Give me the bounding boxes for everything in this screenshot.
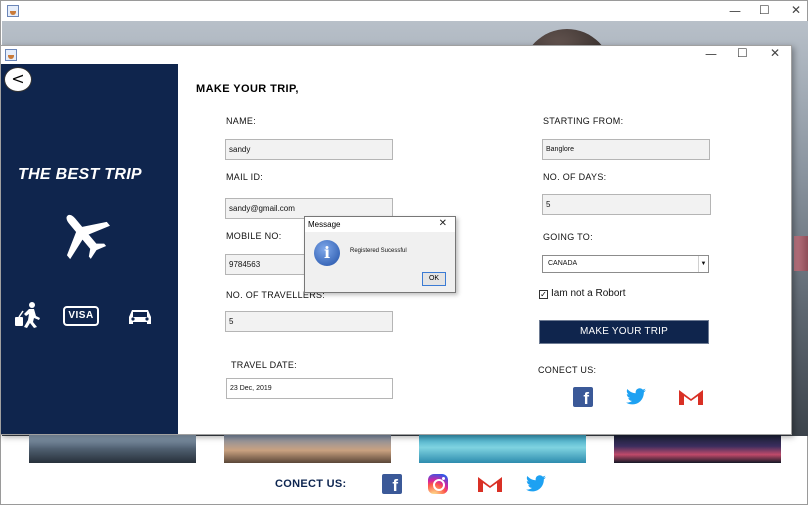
back-connect-label: CONECT US: [275,478,347,490]
destination-thumbnail[interactable] [29,435,196,463]
name-input[interactable]: sandy [225,139,393,160]
days-input[interactable]: 5 [542,194,711,215]
car-icon [129,310,151,324]
dialog-close-button[interactable]: ✕ [439,218,447,229]
banner-edge-image [794,236,808,271]
info-icon: i [314,240,340,266]
gmail-icon[interactable] [477,475,503,493]
java-app-icon [7,5,19,17]
back-maximize-button[interactable]: ☐ [759,4,770,16]
destination-thumbnail[interactable] [419,435,586,463]
travel-date-input[interactable]: 23 Dec, 2019 [226,378,393,399]
visa-text: VISA [68,310,94,321]
make-your-trip-button[interactable]: MAKE YOUR TRIP [539,320,709,344]
destination-thumbnail[interactable] [224,435,391,463]
visa-icon: VISA [63,306,99,326]
going-to-value: CANADA [548,260,578,267]
robot-checkbox-label: Iam not a Robort [551,288,626,299]
gmail-icon[interactable] [678,388,704,406]
dialog-message: Registered Sucessful [350,248,407,254]
sidebar: < THE BEST TRIP VISA [1,64,178,434]
back-minimize-button[interactable]: — [729,5,741,17]
twitter-icon[interactable] [625,388,647,406]
front-minimize-button[interactable]: — [705,48,717,60]
going-to-select[interactable]: CANADA ▼ [542,255,709,273]
days-label: NO. OF DAYS: [543,172,607,182]
facebook-icon[interactable]: f [573,387,593,408]
brand-title: THE BEST TRIP [18,166,142,183]
dialog-titlebar: Message ✕ [305,217,455,232]
back-close-button[interactable]: ✕ [791,4,801,16]
facebook-icon[interactable]: f [382,474,402,495]
form-heading: MAKE YOUR TRIP, [196,83,299,95]
front-close-button[interactable]: ✕ [770,47,780,59]
ok-button[interactable]: OK [422,272,446,286]
robot-checkbox[interactable]: ✓ [539,290,548,299]
front-window-titlebar: — ☐ ✕ [1,46,791,64]
name-label: NAME: [226,116,257,126]
twitter-icon[interactable] [525,475,547,493]
java-app-icon [5,49,17,61]
travel-date-label: TRAVEL DATE: [231,360,297,370]
dialog-title: Message [308,220,341,229]
traveler-icon [15,302,40,328]
chevron-down-icon[interactable]: ▼ [698,256,708,272]
back-button[interactable]: < [4,67,32,92]
going-to-label: GOING TO: [543,232,593,242]
front-maximize-button[interactable]: ☐ [737,47,748,59]
travellers-input[interactable]: 5 [225,311,393,332]
starting-from-input[interactable]: Banglore [542,139,710,160]
destination-thumbnail[interactable] [614,435,781,463]
mobile-label: MOBILE NO: [226,231,282,241]
message-dialog: Message ✕ i Registered Sucessful OK [304,216,456,293]
mail-label: MAIL ID: [226,172,264,182]
starting-from-label: STARTING FROM: [543,116,624,126]
instagram-icon[interactable] [428,474,448,494]
back-window-titlebar: — ☐ ✕ [1,1,807,21]
airplane-icon [66,214,110,260]
front-connect-label: CONECT US: [538,365,597,375]
